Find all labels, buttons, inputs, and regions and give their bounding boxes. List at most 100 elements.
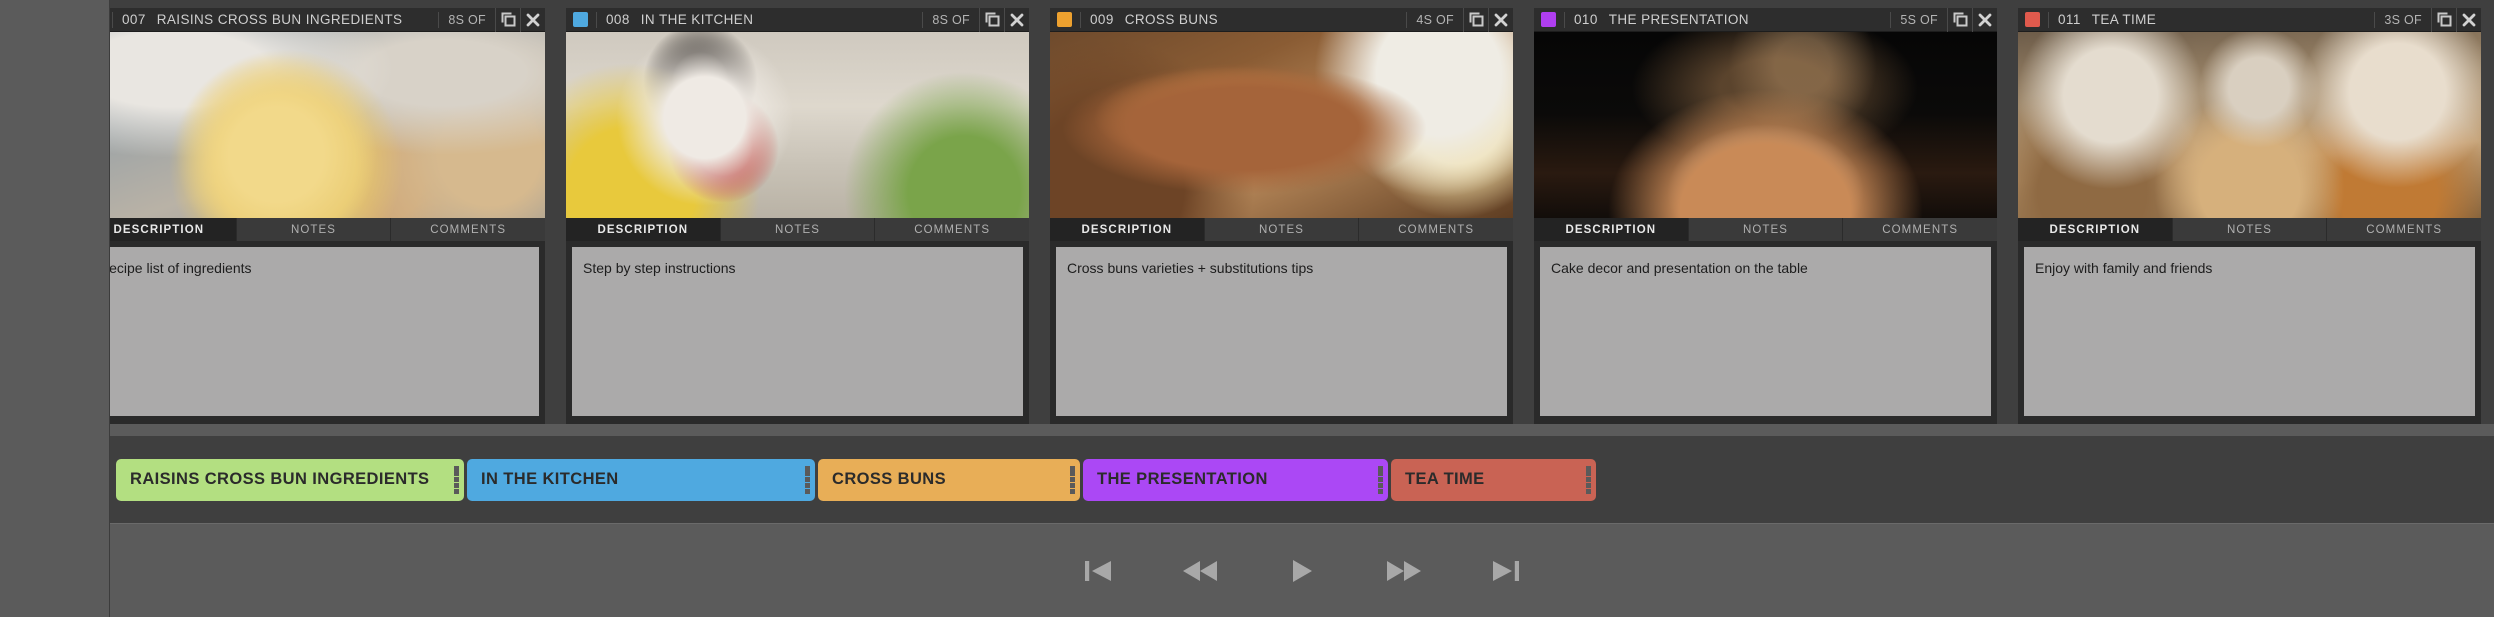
tab-comments[interactable]: COMMENTS (875, 218, 1030, 241)
card-duration[interactable]: 4S OF (1406, 11, 1463, 28)
close-icon[interactable] (2456, 7, 2481, 32)
storyboard-card[interactable]: 007 RAISINS CROSS BUN INGREDIENTS 8S OF … (110, 7, 546, 424)
header-divider (2048, 11, 2049, 28)
skip-to-end-button[interactable] (1483, 554, 1529, 588)
card-title[interactable]: CROSS BUNS (1125, 12, 1407, 27)
card-thumbnail[interactable] (1050, 32, 1513, 218)
card-title[interactable]: RAISINS CROSS BUN INGREDIENTS (157, 12, 439, 27)
tab-description[interactable]: DESCRIPTION (1050, 218, 1205, 241)
header-divider (1564, 11, 1565, 28)
close-icon[interactable] (1004, 7, 1029, 32)
card-title[interactable]: THE PRESENTATION (1609, 12, 1891, 27)
description-field[interactable]: Step by step instructions (572, 247, 1023, 416)
tab-comments[interactable]: COMMENTS (1359, 218, 1514, 241)
timeline-clip-label: TEA TIME (1405, 470, 1485, 488)
resize-grip-handle[interactable] (1378, 465, 1383, 494)
timeline-clip[interactable]: THE PRESENTATION (1083, 458, 1388, 501)
card-thumbnail[interactable] (2018, 32, 2481, 218)
storyboard-card[interactable]: 010 THE PRESENTATION 5S OF DESCRIPTION NO… (1534, 7, 1998, 424)
card-body: Step by step instructions (566, 241, 1029, 424)
description-field[interactable]: Enjoy with family and friends (2024, 247, 2475, 416)
tab-comments[interactable]: COMMENTS (1843, 218, 1998, 241)
close-icon[interactable] (1488, 7, 1513, 32)
card-title[interactable]: TEA TIME (2092, 12, 2375, 27)
description-field[interactable]: Cross buns varieties + substitutions tip… (1056, 247, 1507, 416)
tab-notes[interactable]: NOTES (1688, 218, 1844, 241)
close-icon[interactable] (520, 7, 545, 32)
card-color-swatch[interactable] (1057, 12, 1072, 27)
timeline-clip-track[interactable]: RAISINS CROSS BUN INGREDIENTS IN THE KIT… (116, 458, 1599, 501)
thumbnail-image-friends-around-dinner-table-laughing (2018, 32, 2481, 218)
card-duration[interactable]: 8S OF (438, 11, 495, 28)
card-thumbnail[interactable] (1534, 32, 1997, 218)
rewind-icon (1180, 557, 1220, 585)
fast-forward-button[interactable] (1381, 554, 1427, 588)
rewind-button[interactable] (1177, 554, 1223, 588)
tab-notes[interactable]: NOTES (236, 218, 392, 241)
timeline-clip-label: CROSS BUNS (832, 470, 947, 488)
card-number: 011 (2058, 12, 2081, 27)
card-tab-bar: DESCRIPTION NOTES COMMENTS (110, 218, 546, 241)
skip-to-start-button[interactable] (1075, 554, 1121, 588)
card-thumbnail[interactable] (110, 32, 545, 218)
duplicate-icon[interactable] (979, 7, 1004, 32)
tab-comments[interactable]: COMMENTS (391, 218, 546, 241)
duplicate-icon[interactable] (1463, 7, 1488, 32)
card-color-swatch[interactable] (1541, 12, 1556, 27)
card-title[interactable]: IN THE KITCHEN (641, 12, 923, 27)
timeline-clip[interactable]: CROSS BUNS (818, 458, 1080, 501)
skip-forward-icon (1489, 557, 1523, 585)
thumbnail-image-cake-dusted-with-sugar-dark-background (1534, 32, 1997, 218)
thumbnail-image-woman-cooking-in-kitchen-red-pot (566, 32, 1029, 218)
card-header: 010 THE PRESENTATION 5S OF (1534, 7, 1997, 32)
resize-grip-handle[interactable] (805, 465, 810, 494)
card-color-swatch[interactable] (2025, 12, 2040, 27)
resize-grip-handle[interactable] (1586, 465, 1591, 494)
thumbnail-image-hot-cross-buns-tray-butter (1050, 32, 1513, 218)
tab-comments[interactable]: COMMENTS (2327, 218, 2482, 241)
tab-description[interactable]: DESCRIPTION (1534, 218, 1689, 241)
card-color-swatch[interactable] (573, 12, 588, 27)
storyboard-app: 007 RAISINS CROSS BUN INGREDIENTS 8S OF … (0, 0, 2494, 617)
timeline-clip-label: THE PRESENTATION (1097, 470, 1268, 488)
left-rail (0, 0, 110, 617)
card-number: 010 (1574, 12, 1598, 27)
card-header: 007 RAISINS CROSS BUN INGREDIENTS 8S OF (110, 7, 545, 32)
storyboard-card[interactable]: 009 CROSS BUNS 4S OF DESCRIPTION NOTES COM… (1050, 7, 1514, 424)
timeline-clip-label: IN THE KITCHEN (481, 470, 619, 488)
tab-notes[interactable]: NOTES (2172, 218, 2328, 241)
storyboard-card[interactable]: 008 IN THE KITCHEN 8S OF DESCRIPTION NOTE… (566, 7, 1030, 424)
card-thumbnail[interactable] (566, 32, 1029, 218)
card-tab-bar: DESCRIPTION NOTES COMMENTS (566, 218, 1030, 241)
skip-back-icon (1081, 557, 1115, 585)
timeline-clip-label: RAISINS CROSS BUN INGREDIENTS (130, 470, 430, 488)
duplicate-icon[interactable] (1947, 7, 1972, 32)
description-field[interactable]: Recipe list of ingredients (110, 247, 539, 416)
tab-description[interactable]: DESCRIPTION (110, 218, 237, 241)
card-duration[interactable]: 5S OF (1890, 11, 1947, 28)
timeline-region[interactable]: RAISINS CROSS BUN INGREDIENTS IN THE KIT… (110, 436, 2494, 524)
card-duration[interactable]: 8S OF (922, 11, 979, 28)
tab-description[interactable]: DESCRIPTION (566, 218, 721, 241)
timeline-clip[interactable]: RAISINS CROSS BUN INGREDIENTS (116, 458, 464, 501)
transport-controls (110, 524, 2494, 617)
thumbnail-image-baking-ingredients-bowl-whisk-eggs (110, 32, 545, 218)
resize-grip-handle[interactable] (454, 465, 459, 494)
close-icon[interactable] (1972, 7, 1997, 32)
play-button[interactable] (1279, 554, 1325, 588)
card-duration[interactable]: 3S OF (2374, 11, 2431, 28)
storyboard-card-list: 007 RAISINS CROSS BUN INGREDIENTS 8S OF … (110, 7, 2494, 424)
resize-grip-handle[interactable] (1070, 465, 1075, 494)
main-column: 007 RAISINS CROSS BUN INGREDIENTS 8S OF … (110, 0, 2494, 617)
description-field[interactable]: Cake decor and presentation on the table (1540, 247, 1991, 416)
duplicate-icon[interactable] (495, 7, 520, 32)
storyboard-card[interactable]: 011 TEA TIME 3S OF DESCRIPTION NOTES COMME… (2018, 7, 2482, 424)
tab-notes[interactable]: NOTES (1204, 218, 1360, 241)
duplicate-icon[interactable] (2431, 7, 2456, 32)
card-header: 008 IN THE KITCHEN 8S OF (566, 7, 1029, 32)
tab-notes[interactable]: NOTES (720, 218, 876, 241)
tab-description[interactable]: DESCRIPTION (2018, 218, 2173, 241)
timeline-clip[interactable]: IN THE KITCHEN (467, 458, 815, 501)
card-number: 009 (1090, 12, 1114, 27)
timeline-clip[interactable]: TEA TIME (1391, 458, 1596, 501)
